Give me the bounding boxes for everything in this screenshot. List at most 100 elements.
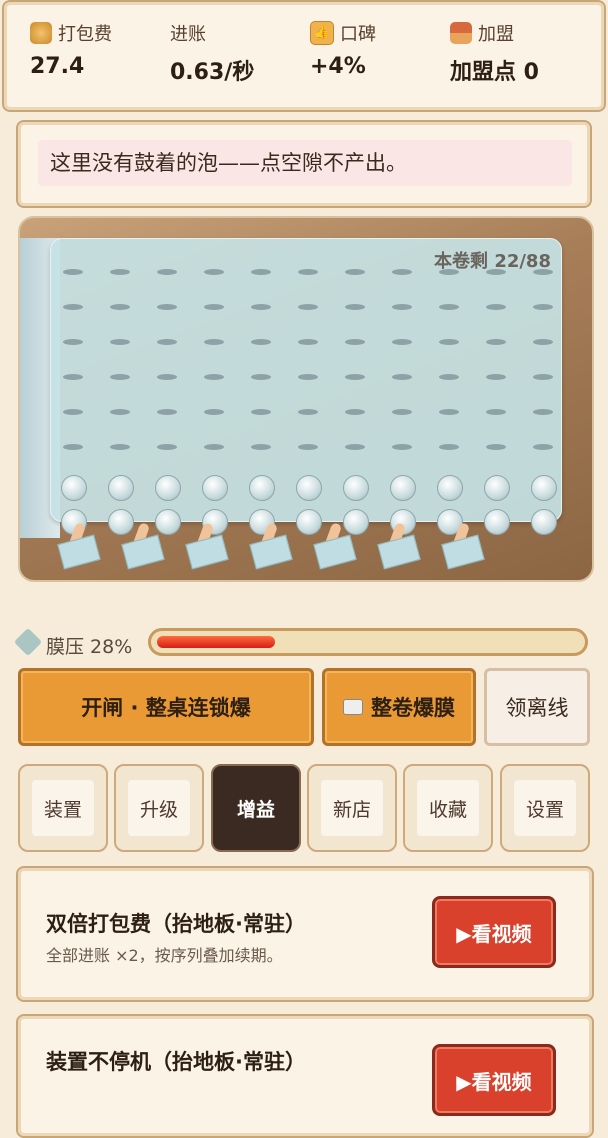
stat-value: 加盟点 0 bbox=[450, 60, 539, 85]
intact-bubble[interactable] bbox=[531, 475, 557, 501]
popped-bubble bbox=[345, 444, 365, 450]
popped-bubble bbox=[298, 304, 318, 310]
tab-settings[interactable]: 设置 bbox=[500, 764, 590, 852]
hand-with-bubble-wrap-icon bbox=[441, 522, 488, 570]
popped-bubble bbox=[251, 304, 271, 310]
intact-bubble[interactable] bbox=[437, 475, 463, 501]
popped-bubble bbox=[439, 444, 459, 450]
watch-video-button[interactable]: ▶看视频 bbox=[432, 896, 556, 968]
popped-bubble bbox=[298, 374, 318, 380]
tab-upgrade[interactable]: 升级 bbox=[114, 764, 204, 852]
popped-bubble bbox=[204, 339, 224, 345]
popped-bubble bbox=[204, 269, 224, 275]
popped-bubble bbox=[110, 304, 130, 310]
pressure-bar bbox=[148, 628, 588, 656]
tab-label: 增益 bbox=[225, 780, 287, 836]
popped-bubble bbox=[251, 339, 271, 345]
watch-video-label: ▶看视频 bbox=[456, 1069, 532, 1094]
popped-bubble bbox=[486, 444, 506, 450]
hand-with-bubble-wrap-icon bbox=[377, 522, 424, 570]
popped-bubble bbox=[63, 304, 83, 310]
tab-label: 收藏 bbox=[417, 780, 479, 836]
intact-bubble[interactable] bbox=[343, 475, 369, 501]
popped-bubble bbox=[486, 304, 506, 310]
roll-pop-button[interactable]: 整卷爆膜 bbox=[322, 668, 476, 746]
bubble-wrap-play-area[interactable]: 本卷剩 22/88 bbox=[18, 216, 594, 582]
popped-bubble bbox=[63, 339, 83, 345]
intact-bubble[interactable] bbox=[202, 475, 228, 501]
hand-with-bubble-wrap-icon bbox=[313, 522, 360, 570]
popped-bubble bbox=[345, 339, 365, 345]
popped-bubble bbox=[533, 339, 553, 345]
boost-title: 装置不停机（抬地板·常驻） bbox=[46, 1050, 306, 1074]
tab-label: 升级 bbox=[128, 780, 190, 836]
popped-bubble bbox=[204, 374, 224, 380]
popped-bubble bbox=[63, 444, 83, 450]
intact-bubble[interactable] bbox=[61, 475, 87, 501]
popped-bubble bbox=[439, 269, 459, 275]
popped-bubble bbox=[251, 409, 271, 415]
intact-bubble[interactable] bbox=[484, 475, 510, 501]
popped-bubble bbox=[392, 269, 412, 275]
intact-bubble[interactable] bbox=[296, 475, 322, 501]
pressure-bar-fill bbox=[157, 636, 275, 648]
offline-reward-button[interactable]: 领离线 bbox=[484, 668, 590, 746]
popped-bubble bbox=[439, 304, 459, 310]
popped-bubble bbox=[63, 374, 83, 380]
popped-bubble bbox=[486, 374, 506, 380]
popped-bubble bbox=[392, 339, 412, 345]
popped-bubble bbox=[486, 339, 506, 345]
popped-bubble bbox=[486, 269, 506, 275]
hint-text: 这里没有鼓着的泡——点空隙不产出。 bbox=[38, 140, 572, 186]
stat-label: 进账 bbox=[170, 24, 206, 45]
stat-value: +4% bbox=[310, 54, 366, 79]
popped-bubble bbox=[298, 444, 318, 450]
popped-bubble bbox=[251, 269, 271, 275]
roll-pop-label: 整卷爆膜 bbox=[371, 696, 455, 720]
diamond-icon bbox=[13, 627, 43, 657]
paper-roll-icon bbox=[343, 699, 363, 715]
popped-bubble bbox=[298, 269, 318, 275]
popped-bubble bbox=[533, 304, 553, 310]
tab-new-shop[interactable]: 新店 bbox=[307, 764, 397, 852]
popped-bubble bbox=[345, 269, 365, 275]
pressure-label: 膜压 28% bbox=[46, 636, 133, 658]
stat-label: 加盟 bbox=[478, 24, 514, 45]
chain-pop-button[interactable]: 开闸 · 整桌连锁爆 bbox=[18, 668, 314, 746]
tab-devices[interactable]: 装置 bbox=[18, 764, 108, 852]
popped-bubble bbox=[157, 444, 177, 450]
tab-collection[interactable]: 收藏 bbox=[403, 764, 493, 852]
hand-with-bubble-wrap-icon bbox=[185, 522, 232, 570]
boost-title: 双倍打包费（抬地板·常驻） bbox=[46, 912, 306, 936]
intact-bubble[interactable] bbox=[390, 475, 416, 501]
tab-boost[interactable]: 增益 bbox=[211, 764, 301, 852]
chain-pop-label: 开闸 · 整桌连锁爆 bbox=[81, 696, 251, 720]
intact-bubble[interactable] bbox=[108, 475, 134, 501]
intact-bubble[interactable] bbox=[531, 509, 557, 535]
popped-bubble bbox=[110, 409, 130, 415]
popped-bubble bbox=[204, 444, 224, 450]
popped-bubble bbox=[533, 269, 553, 275]
boost-card: 双倍打包费（抬地板·常驻） 全部进账 ×2，按序列叠加续期。 ▶看视频 bbox=[16, 866, 594, 1002]
popped-bubble bbox=[110, 339, 130, 345]
popped-bubble bbox=[110, 269, 130, 275]
popped-bubble bbox=[392, 304, 412, 310]
popped-bubble bbox=[251, 374, 271, 380]
watch-video-button[interactable]: ▶看视频 bbox=[432, 1044, 556, 1116]
intact-bubble[interactable] bbox=[155, 475, 181, 501]
popped-bubble bbox=[533, 374, 553, 380]
popped-bubble bbox=[204, 304, 224, 310]
popped-bubble bbox=[204, 409, 224, 415]
hint-panel: 这里没有鼓着的泡——点空隙不产出。 bbox=[16, 120, 592, 208]
boost-card: 装置不停机（抬地板·常驻） ▶看视频 bbox=[16, 1014, 594, 1138]
intact-bubble[interactable] bbox=[249, 475, 275, 501]
popped-bubble bbox=[345, 304, 365, 310]
coin-stack-icon bbox=[30, 22, 52, 44]
bubble-sheet[interactable]: 本卷剩 22/88 bbox=[50, 238, 562, 535]
popped-bubble bbox=[157, 269, 177, 275]
gift-box-icon bbox=[450, 22, 472, 44]
offline-reward-label: 领离线 bbox=[505, 696, 569, 720]
popped-bubble bbox=[157, 304, 177, 310]
tab-label: 设置 bbox=[514, 780, 576, 836]
thumbs-up-icon: 👍 bbox=[310, 21, 334, 45]
